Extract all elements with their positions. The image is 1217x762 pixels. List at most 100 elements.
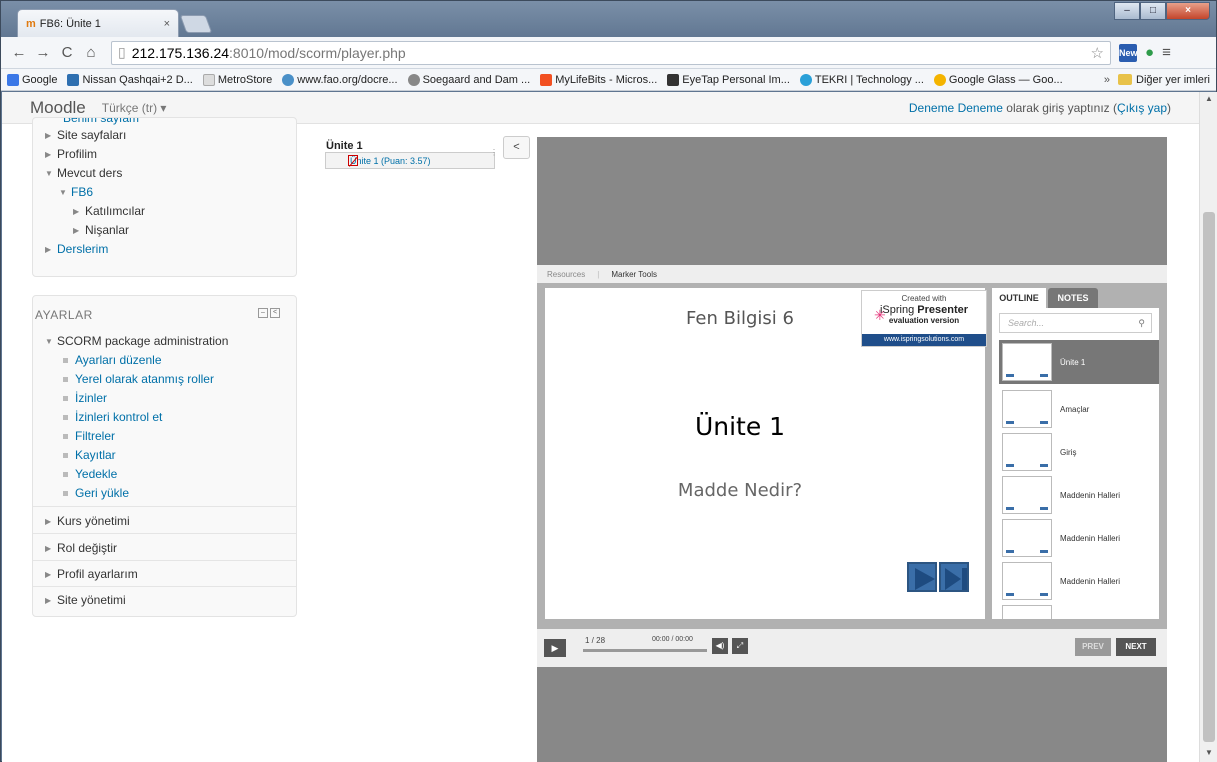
tree-item-badges[interactable]: ▶ Nişanlar: [73, 223, 129, 237]
bookmark-item[interactable]: www.fao.org/docre...: [282, 73, 398, 86]
maximize-button[interactable]: □: [1140, 2, 1166, 20]
play-icon[interactable]: ▶: [544, 639, 566, 657]
player-tools-bar: Resources | Marker Tools: [537, 265, 1167, 283]
outline-item[interactable]: [999, 602, 1159, 619]
settings-link[interactable]: Geri yükle: [63, 486, 129, 500]
bookmark-star-icon[interactable]: ☆: [1091, 44, 1104, 62]
page-scrollbar[interactable]: ▲ ▼: [1199, 92, 1217, 762]
settings-link[interactable]: Filtreler: [63, 429, 115, 443]
bookmark-item[interactable]: TEKRI | Technology ...: [799, 73, 924, 86]
outline-item[interactable]: Giriş: [999, 430, 1159, 474]
chrome-menu-icon[interactable]: ≡: [1162, 44, 1171, 61]
bookmark-item[interactable]: MyLifeBits - Micros...: [540, 73, 657, 86]
tree-item-course-admin[interactable]: ▶ Kurs yönetimi: [45, 514, 130, 528]
settings-link[interactable]: Kayıtlar: [63, 448, 116, 462]
block-hide-icon[interactable]: –: [258, 308, 268, 318]
bookmark-item[interactable]: Google Glass — Goo...: [933, 73, 1063, 86]
marker-tools-tab[interactable]: Marker Tools: [611, 270, 657, 279]
slide-skip-end-icon[interactable]: [939, 562, 969, 592]
bookmark-favicon-icon: [202, 73, 215, 86]
tree-item-site-pages[interactable]: ▶ Site sayfaları: [45, 128, 126, 142]
outline-item[interactable]: Maddenin Halleri: [999, 473, 1159, 517]
toc-item[interactable]: Ünite 1 (Puan: 3.57): [325, 152, 495, 169]
address-bar[interactable]: ▯ 212.175.136.24 :8010/mod/scorm/player.…: [111, 40, 1111, 65]
expand-icon: ▶: [73, 206, 80, 216]
search-icon[interactable]: ⚲: [1138, 314, 1145, 332]
tree-item-my-courses[interactable]: ▶ Derslerim: [45, 242, 108, 256]
settings-link[interactable]: Yerel olarak atanmış roller: [63, 372, 214, 386]
tree-item-fb6[interactable]: ▼ FB6: [59, 185, 93, 199]
logout-link[interactable]: Çıkış yap: [1117, 101, 1167, 115]
next-button[interactable]: NEXT: [1116, 638, 1156, 656]
bullet-icon: [63, 357, 68, 363]
toc-collapse-button[interactable]: <: [503, 136, 530, 159]
bookmark-item[interactable]: Soegaard and Dam ...: [407, 73, 530, 86]
outline-item[interactable]: Amaçlar: [999, 387, 1159, 431]
tab-outline[interactable]: OUTLINE: [992, 288, 1046, 308]
tree-item-current-course[interactable]: ▼ Mevcut ders: [45, 166, 122, 180]
bookmarks-more-chevron[interactable]: »: [1104, 74, 1110, 86]
outline-item[interactable]: Maddenin Halleri: [999, 559, 1159, 603]
bookmark-item[interactable]: Google: [7, 73, 57, 86]
home-icon[interactable]: ⌂: [81, 44, 101, 61]
tree-item-cut[interactable]: Benim sayfam: [63, 118, 139, 125]
other-bookmarks[interactable]: Diğer yer imleri: [1136, 74, 1210, 86]
bookmark-item[interactable]: Nissan Qashqai+2 D...: [67, 73, 193, 86]
window-controls: – □ ×: [1114, 2, 1210, 20]
outline-item[interactable]: Ünite 1: [999, 340, 1159, 384]
volume-icon[interactable]: ◀): [712, 638, 728, 654]
tree-item-participants[interactable]: ▶ Katılımcılar: [73, 204, 145, 218]
block-dock-icon[interactable]: <: [270, 308, 280, 318]
bullet-icon: [63, 414, 68, 420]
outline-item[interactable]: Maddenin Halleri: [999, 516, 1159, 560]
outline-search-input[interactable]: Search... ⚲: [999, 313, 1152, 333]
bullet-icon: [63, 433, 68, 439]
tree-item-site-admin[interactable]: ▶ Site yönetimi: [45, 593, 126, 607]
incomplete-status-icon: [348, 155, 358, 166]
expand-icon: ▶: [45, 595, 52, 605]
bookmarks-overflow: » Diğer yer imleri: [1104, 74, 1210, 86]
reload-icon[interactable]: C: [57, 44, 77, 61]
new-tab-button[interactable]: [179, 15, 213, 33]
scroll-up-icon[interactable]: ▲: [1205, 94, 1213, 103]
settings-link[interactable]: İzinler: [63, 391, 107, 405]
bookmark-favicon-icon: [933, 73, 946, 86]
scrollbar-thumb[interactable]: [1203, 212, 1215, 742]
tree-item-scorm-admin[interactable]: ▼ SCORM package administration: [45, 334, 228, 348]
window-close-button[interactable]: ×: [1166, 2, 1210, 20]
resources-tab[interactable]: Resources: [547, 270, 585, 279]
resize-grip-icon[interactable]: ⋮: [490, 148, 498, 157]
tab-close-icon[interactable]: ×: [164, 18, 170, 30]
outline-tabs: OUTLINE NOTES: [992, 288, 1159, 308]
evernote-extension-icon[interactable]: ●: [1145, 44, 1154, 61]
back-arrow-icon[interactable]: ←: [9, 44, 29, 61]
bookmark-item[interactable]: MetroStore: [202, 73, 272, 86]
user-link[interactable]: Deneme Deneme: [909, 101, 1003, 115]
slide-thumbnail: [1002, 433, 1052, 471]
tree-item-switch-role[interactable]: ▶ Rol değiştir: [45, 541, 117, 555]
tree-item-profile-settings[interactable]: ▶ Profil ayarlarım: [45, 567, 138, 581]
title-bar: m FB6: Ünite 1 × – □ ×: [1, 1, 1216, 37]
progress-bar[interactable]: [583, 649, 707, 652]
tree-item-profile[interactable]: ▶ Profilim: [45, 147, 97, 161]
collapse-icon: ▼: [59, 187, 67, 197]
language-menu[interactable]: Türkçe (tr) ▾: [102, 101, 167, 115]
slide-play-icon[interactable]: [907, 562, 937, 592]
extension-new-icon[interactable]: New: [1119, 43, 1138, 62]
url-host: 212.175.136.24: [131, 44, 230, 61]
fullscreen-icon[interactable]: ⤢: [732, 638, 748, 654]
slide-counter: 1 / 28: [585, 636, 606, 645]
forward-arrow-icon[interactable]: →: [33, 44, 53, 61]
settings-link[interactable]: Ayarları düzenle: [63, 353, 162, 367]
settings-link[interactable]: Yedekle: [63, 467, 117, 481]
prev-button[interactable]: PREV: [1075, 638, 1111, 656]
scroll-down-icon[interactable]: ▼: [1205, 748, 1213, 757]
browser-tab[interactable]: m FB6: Ünite 1 ×: [17, 9, 179, 37]
expand-icon: ▶: [73, 225, 80, 235]
divider: [33, 560, 296, 561]
tab-notes[interactable]: NOTES: [1048, 288, 1098, 308]
settings-link[interactable]: İzinleri kontrol et: [63, 410, 162, 424]
moodle-brand[interactable]: Moodle: [30, 98, 86, 118]
bookmark-item[interactable]: EyeTap Personal Im...: [667, 73, 790, 86]
minimize-button[interactable]: –: [1114, 2, 1140, 20]
